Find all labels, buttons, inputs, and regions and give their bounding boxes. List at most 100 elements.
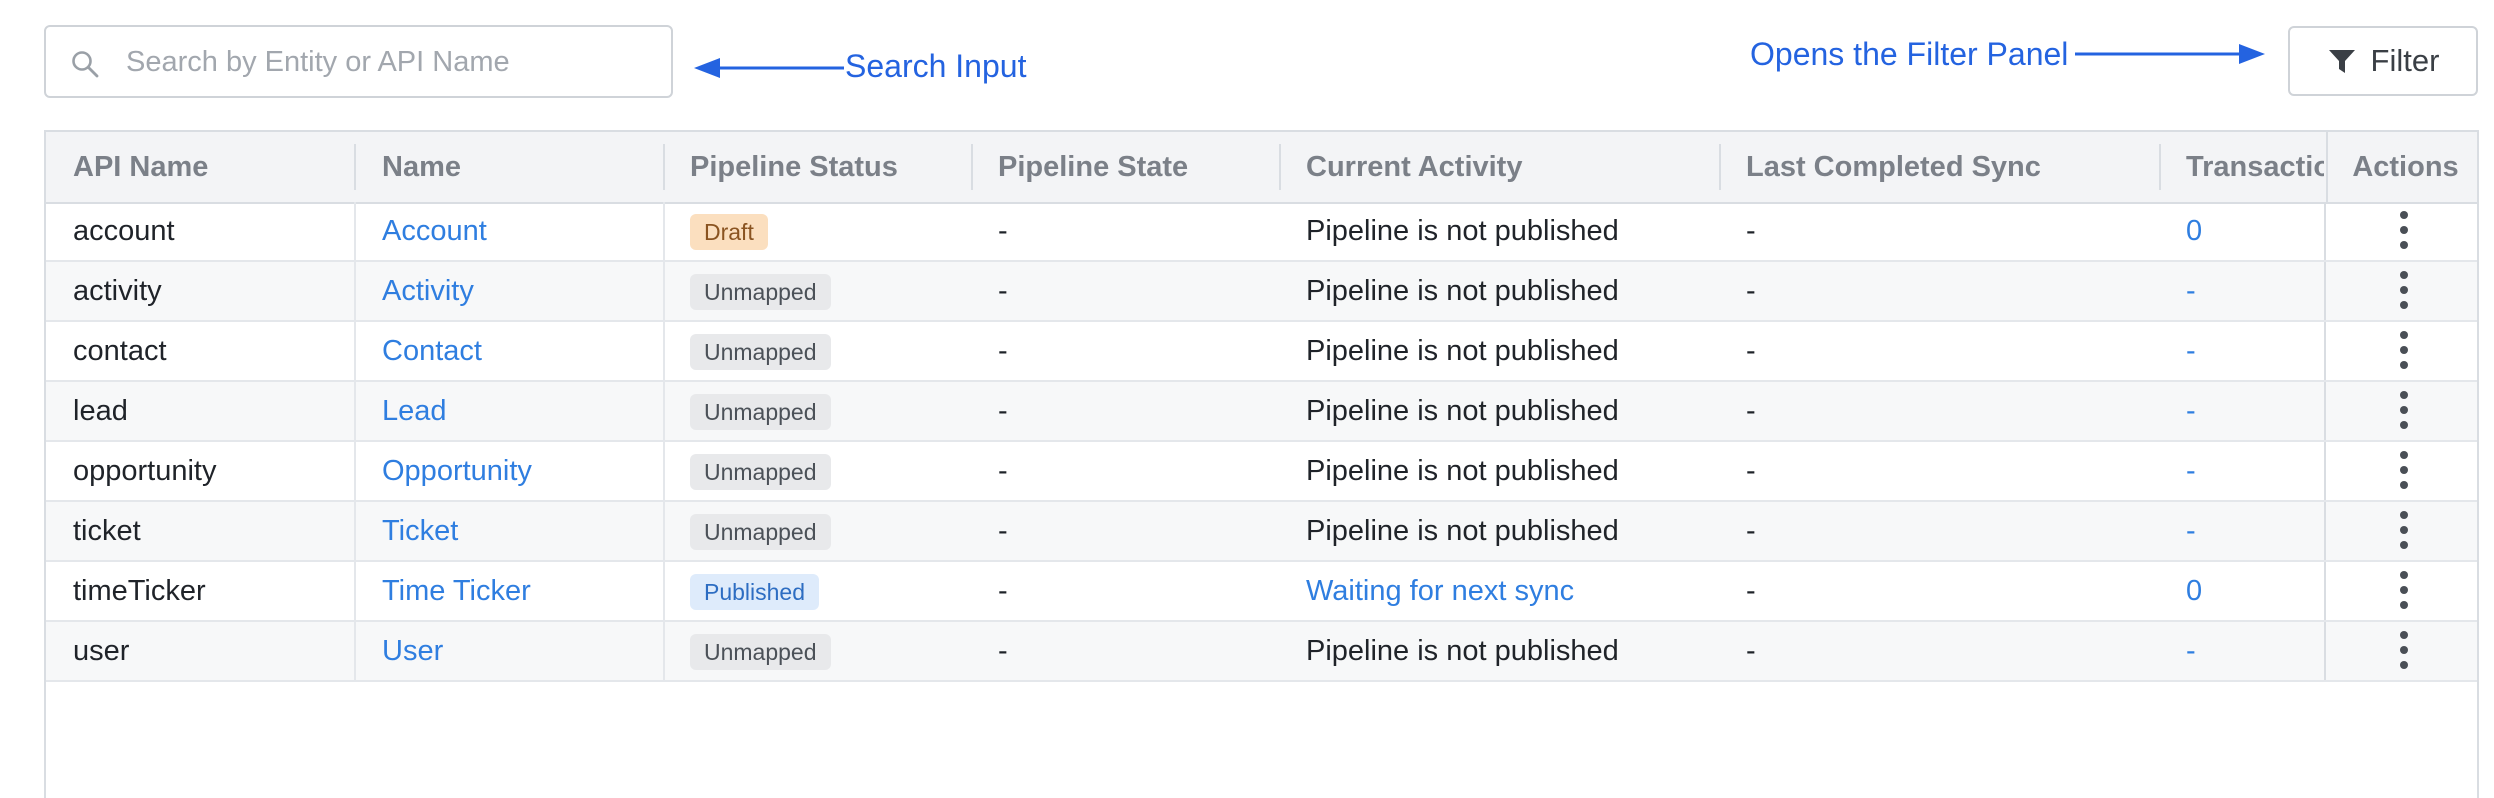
annotation-filter-label: Opens the Filter Panel bbox=[1750, 36, 2069, 72]
table-row[interactable]: opportunity Opportunity Unmapped - Pipeline … bbox=[46, 442, 2477, 502]
cell-transactions: - bbox=[2186, 515, 2196, 547]
cell-pipeline-state: - bbox=[998, 275, 1008, 307]
table-row[interactable]: user User Unmapped - Pipeline is not publish… bbox=[46, 622, 2477, 682]
entity-name-link[interactable]: Time Ticker bbox=[382, 562, 531, 620]
cell-pipeline-status: Draft bbox=[690, 202, 768, 260]
cell-current-activity: Pipeline is not published bbox=[1306, 335, 1619, 367]
column-header-current-activity[interactable]: Current Activity bbox=[1306, 132, 1726, 202]
table-row[interactable]: timeTicker Time Ticker Published - Waiting f… bbox=[46, 562, 2477, 622]
entity-name-link[interactable]: User bbox=[382, 622, 443, 680]
column-resize-handle[interactable] bbox=[2159, 144, 2161, 190]
column-divider bbox=[663, 262, 665, 320]
cell-actions bbox=[2324, 442, 2477, 500]
status-badge: Unmapped bbox=[690, 514, 831, 551]
cell-api-name: ticket bbox=[73, 515, 141, 547]
cell-pipeline-state: - bbox=[998, 335, 1008, 367]
annotation-arrow-right bbox=[2075, 44, 2265, 64]
annotation-arrow-left bbox=[694, 58, 844, 78]
column-resize-handle[interactable] bbox=[1719, 144, 1721, 190]
cell-api-name: opportunity bbox=[73, 455, 217, 487]
entity-name-link[interactable]: Activity bbox=[382, 262, 474, 320]
cell-pipeline-state: - bbox=[998, 635, 1008, 667]
column-divider bbox=[354, 202, 356, 260]
cell-transactions[interactable]: 0 bbox=[2186, 202, 2202, 260]
column-header-last-completed-sync[interactable]: Last Completed Sync bbox=[1746, 132, 2166, 202]
status-badge: Unmapped bbox=[690, 274, 831, 311]
entity-name-link[interactable]: Lead bbox=[382, 382, 447, 440]
column-resize-handle[interactable] bbox=[354, 144, 356, 190]
column-divider bbox=[663, 382, 665, 440]
cell-current-activity[interactable]: Waiting for next sync bbox=[1306, 562, 1574, 620]
cell-transactions: - bbox=[2186, 455, 2196, 487]
filter-button-label: Filter bbox=[2370, 43, 2440, 78]
column-header-api-name[interactable]: API Name bbox=[73, 132, 353, 202]
column-resize-handle[interactable] bbox=[1279, 144, 1281, 190]
table-row[interactable]: account Account Draft - Pipeline is not publ… bbox=[46, 202, 2477, 262]
column-divider bbox=[663, 502, 665, 560]
entity-name-link[interactable]: Contact bbox=[382, 322, 482, 380]
column-header-actions: Actions bbox=[2326, 132, 2477, 202]
cell-pipeline-status: Unmapped bbox=[690, 382, 831, 440]
column-resize-handle[interactable] bbox=[663, 144, 665, 190]
cell-pipeline-state: - bbox=[998, 395, 1008, 427]
cell-transactions[interactable]: 0 bbox=[2186, 562, 2202, 620]
column-header-pipeline-state[interactable]: Pipeline State bbox=[998, 132, 1278, 202]
table-row[interactable]: activity Activity Unmapped - Pipeline is not… bbox=[46, 262, 2477, 322]
cell-last-completed-sync: - bbox=[1746, 215, 1756, 247]
cell-actions bbox=[2324, 202, 2477, 260]
filter-funnel-icon bbox=[2328, 50, 2355, 73]
table-row[interactable]: ticket Ticket Unmapped - Pipeline is not pub… bbox=[46, 502, 2477, 562]
cell-transactions: - bbox=[2186, 635, 2196, 667]
entities-table: API Name Name Pipeline Status Pipeline S… bbox=[44, 130, 2479, 798]
column-divider bbox=[354, 562, 356, 620]
filter-button[interactable]: Filter bbox=[2288, 26, 2478, 96]
cell-pipeline-status: Unmapped bbox=[690, 322, 831, 380]
kebab-menu-icon[interactable] bbox=[2393, 208, 2415, 254]
cell-actions bbox=[2324, 322, 2477, 380]
kebab-menu-icon[interactable] bbox=[2393, 448, 2415, 494]
kebab-menu-icon[interactable] bbox=[2393, 328, 2415, 374]
cell-transactions: - bbox=[2186, 275, 2196, 307]
kebab-menu-icon[interactable] bbox=[2393, 388, 2415, 434]
kebab-menu-icon[interactable] bbox=[2393, 268, 2415, 314]
column-divider bbox=[354, 262, 356, 320]
kebab-menu-icon[interactable] bbox=[2393, 628, 2415, 674]
column-header-pipeline-status[interactable]: Pipeline Status bbox=[690, 132, 970, 202]
cell-pipeline-status: Unmapped bbox=[690, 442, 831, 500]
cell-current-activity: Pipeline is not published bbox=[1306, 215, 1619, 247]
search-icon bbox=[72, 51, 99, 78]
column-header-transactions[interactable]: Transactions bbox=[2186, 132, 2324, 202]
entity-name-link[interactable]: Opportunity bbox=[382, 442, 532, 500]
cell-actions bbox=[2324, 622, 2477, 680]
column-divider bbox=[354, 622, 356, 680]
column-resize-handle[interactable] bbox=[971, 144, 973, 190]
cell-last-completed-sync: - bbox=[1746, 275, 1756, 307]
column-divider bbox=[663, 322, 665, 380]
table-row[interactable]: contact Contact Unmapped - Pipeline is not p… bbox=[46, 322, 2477, 382]
cell-current-activity: Pipeline is not published bbox=[1306, 395, 1619, 427]
cell-last-completed-sync: - bbox=[1746, 635, 1756, 667]
kebab-menu-icon[interactable] bbox=[2393, 508, 2415, 554]
cell-pipeline-status: Unmapped bbox=[690, 262, 831, 320]
cell-api-name: account bbox=[73, 215, 175, 247]
search-box[interactable] bbox=[44, 25, 673, 98]
status-badge: Unmapped bbox=[690, 634, 831, 671]
cell-actions bbox=[2324, 502, 2477, 560]
cell-actions bbox=[2324, 262, 2477, 320]
kebab-menu-icon[interactable] bbox=[2393, 568, 2415, 614]
status-badge: Unmapped bbox=[690, 394, 831, 431]
status-badge: Unmapped bbox=[690, 454, 831, 491]
status-badge: Draft bbox=[690, 214, 768, 251]
entity-name-link[interactable]: Account bbox=[382, 202, 487, 260]
column-divider bbox=[663, 442, 665, 500]
cell-last-completed-sync: - bbox=[1746, 455, 1756, 487]
entity-name-link[interactable]: Ticket bbox=[382, 502, 458, 560]
cell-pipeline-state: - bbox=[998, 455, 1008, 487]
cell-pipeline-state: - bbox=[998, 575, 1008, 607]
search-input[interactable] bbox=[126, 37, 646, 87]
cell-api-name: lead bbox=[73, 395, 128, 427]
cell-pipeline-status: Unmapped bbox=[690, 622, 831, 680]
column-header-name[interactable]: Name bbox=[382, 132, 662, 202]
column-divider bbox=[354, 382, 356, 440]
table-row[interactable]: lead Lead Unmapped - Pipeline is not publish… bbox=[46, 382, 2477, 442]
